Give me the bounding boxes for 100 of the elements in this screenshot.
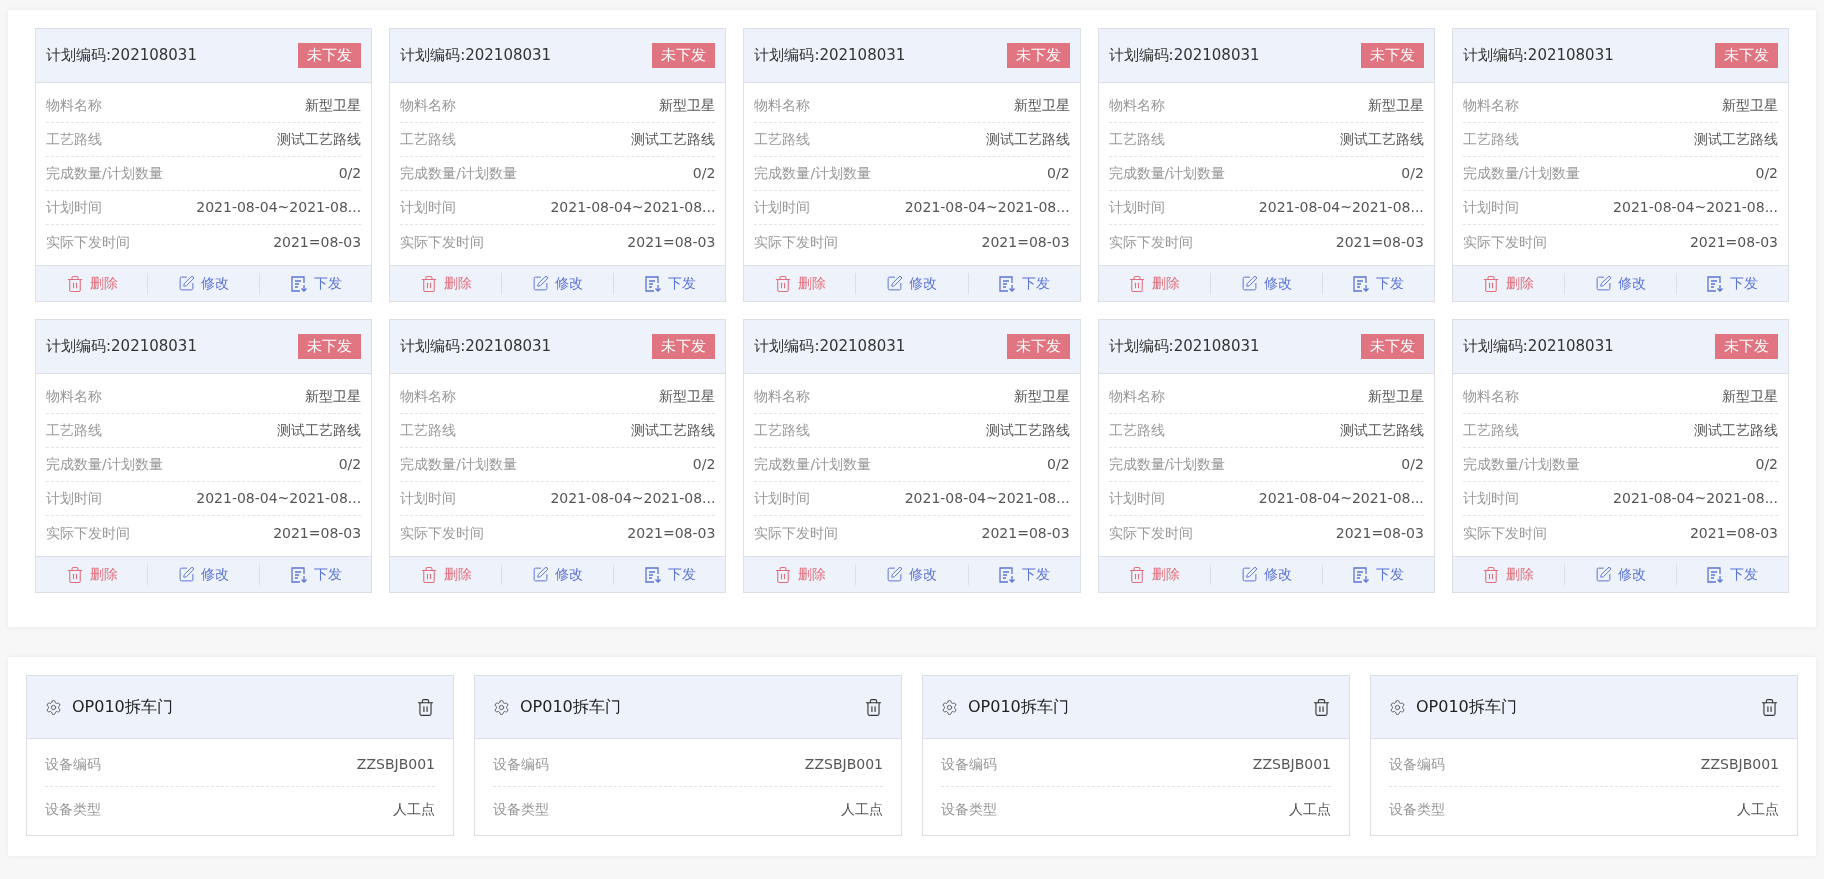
- field-value: 2021=08-03: [627, 523, 716, 543]
- field-value: 0/2: [1401, 164, 1424, 183]
- field-value: 新型卫星: [659, 387, 716, 406]
- dispatch-button[interactable]: 下发: [643, 564, 696, 585]
- field-value: 新型卫星: [1013, 387, 1070, 406]
- field-label: 完成数量/计划数量: [754, 455, 872, 474]
- field-label: 工艺路线: [46, 130, 102, 149]
- field-value: 0/2: [1755, 455, 1778, 474]
- dispatch-button[interactable]: 下发: [1706, 273, 1759, 294]
- delete-button[interactable]: [1760, 697, 1779, 717]
- delete-button[interactable]: 删除: [1128, 564, 1181, 585]
- field-label: 计划时间: [46, 489, 102, 508]
- edit-button[interactable]: 修改: [1240, 273, 1292, 294]
- field-label: 计划时间: [754, 198, 811, 217]
- field-label: 工艺路线: [754, 421, 811, 440]
- field-value: 新型卫星: [1367, 387, 1424, 406]
- edit-button[interactable]: 修改: [178, 564, 230, 585]
- field-label: 设备类型: [941, 799, 997, 819]
- field-label: 物料名称: [754, 387, 811, 406]
- dispatch-button[interactable]: 下发: [1352, 273, 1405, 294]
- edit-button[interactable]: 修改: [1594, 564, 1646, 585]
- station-title: OP010拆车门: [520, 696, 621, 718]
- field-value: 2021-08-04~2021-08...: [904, 198, 1070, 217]
- delete-button[interactable]: 删除: [419, 564, 472, 585]
- status-badge: 未下发: [1360, 334, 1424, 359]
- list-download-icon: [1352, 274, 1371, 293]
- pencil-icon: [886, 566, 904, 583]
- trash-icon: [1760, 697, 1779, 717]
- field-label: 实际下发时间: [1108, 523, 1193, 543]
- field-label: 实际下发时间: [754, 523, 839, 543]
- field-value: 2021-08-04~2021-08...: [550, 198, 716, 217]
- field-value: 2021-08-04~2021-08...: [1258, 489, 1424, 508]
- list-download-icon: [1352, 565, 1371, 584]
- field-value: 2021=08-03: [981, 523, 1070, 543]
- pencil-icon: [532, 275, 550, 292]
- field-label: 完成数量/计划数量: [1462, 164, 1580, 183]
- trash-icon: [416, 697, 435, 717]
- edit-button[interactable]: 修改: [532, 564, 584, 585]
- station-title: OP010拆车门: [72, 696, 173, 718]
- field-label: 设备类型: [1389, 799, 1445, 819]
- delete-button[interactable]: 删除: [1482, 273, 1535, 294]
- field-label: 完成数量/计划数量: [400, 455, 517, 474]
- field-value: 2021-08-04~2021-08...: [1613, 198, 1778, 217]
- plan-code: 计划编码:202108031: [400, 336, 552, 358]
- field-label: 工艺路线: [754, 130, 811, 149]
- field-value: ZZSBJB001: [1252, 755, 1331, 774]
- field-value: 2021=08-03: [273, 523, 362, 543]
- trash-icon: [1312, 697, 1331, 717]
- field-value: 2021=08-03: [1335, 523, 1424, 543]
- delete-button[interactable]: [416, 697, 435, 717]
- status-badge: 未下发: [1715, 43, 1778, 68]
- field-value: 2021-08-04~2021-08...: [196, 489, 362, 508]
- dispatch-button[interactable]: 下发: [289, 564, 342, 585]
- field-value: 测试工艺路线: [1694, 421, 1778, 440]
- delete-button[interactable]: 删除: [65, 564, 118, 585]
- plan-code: 计划编码:202108031: [400, 45, 552, 67]
- edit-button[interactable]: 修改: [886, 564, 938, 585]
- delete-button[interactable]: 删除: [419, 273, 472, 294]
- dispatch-button[interactable]: 下发: [998, 273, 1051, 294]
- dispatch-button[interactable]: 下发: [1706, 564, 1759, 585]
- delete-button[interactable]: 删除: [1482, 564, 1535, 585]
- dispatch-button[interactable]: 下发: [289, 273, 342, 294]
- delete-button[interactable]: 删除: [1128, 273, 1181, 294]
- delete-button[interactable]: [1312, 697, 1331, 717]
- list-download-icon: [289, 565, 308, 584]
- field-label: 工艺路线: [400, 130, 457, 149]
- field-label: 工艺路线: [1462, 421, 1519, 440]
- delete-button[interactable]: 删除: [773, 564, 826, 585]
- field-value: 新型卫星: [305, 387, 362, 406]
- plan-code: 计划编码:202108031: [1108, 45, 1260, 67]
- plan-code: 计划编码:202108031: [1462, 336, 1614, 358]
- delete-button[interactable]: [864, 697, 883, 717]
- field-label: 完成数量/计划数量: [1462, 455, 1580, 474]
- dispatch-button[interactable]: 下发: [1352, 564, 1405, 585]
- delete-button[interactable]: 删除: [773, 273, 826, 294]
- edit-button[interactable]: 修改: [178, 273, 230, 294]
- field-label: 实际下发时间: [1462, 232, 1547, 252]
- field-value: 0/2: [338, 164, 362, 183]
- edit-button[interactable]: 修改: [886, 273, 938, 294]
- status-badge: 未下发: [298, 43, 362, 68]
- dispatch-button[interactable]: 下发: [643, 273, 696, 294]
- edit-button[interactable]: 修改: [1240, 564, 1292, 585]
- gear-icon: [941, 698, 958, 716]
- field-label: 计划时间: [400, 489, 457, 508]
- field-label: 物料名称: [400, 96, 457, 115]
- field-label: 实际下发时间: [400, 523, 485, 543]
- field-label: 实际下发时间: [754, 232, 839, 252]
- field-value: 人工点: [1289, 799, 1331, 819]
- field-label: 工艺路线: [1462, 130, 1519, 149]
- field-label: 设备类型: [493, 799, 549, 819]
- field-label: 计划时间: [1108, 198, 1165, 217]
- field-label: 设备编码: [45, 755, 101, 774]
- field-label: 完成数量/计划数量: [46, 455, 163, 474]
- list-download-icon: [643, 565, 662, 584]
- dispatch-button[interactable]: 下发: [998, 564, 1051, 585]
- delete-button[interactable]: 删除: [65, 273, 118, 294]
- field-value: 新型卫星: [659, 96, 716, 115]
- edit-button[interactable]: 修改: [1594, 273, 1646, 294]
- field-value: 2021=08-03: [1689, 232, 1778, 252]
- edit-button[interactable]: 修改: [532, 273, 584, 294]
